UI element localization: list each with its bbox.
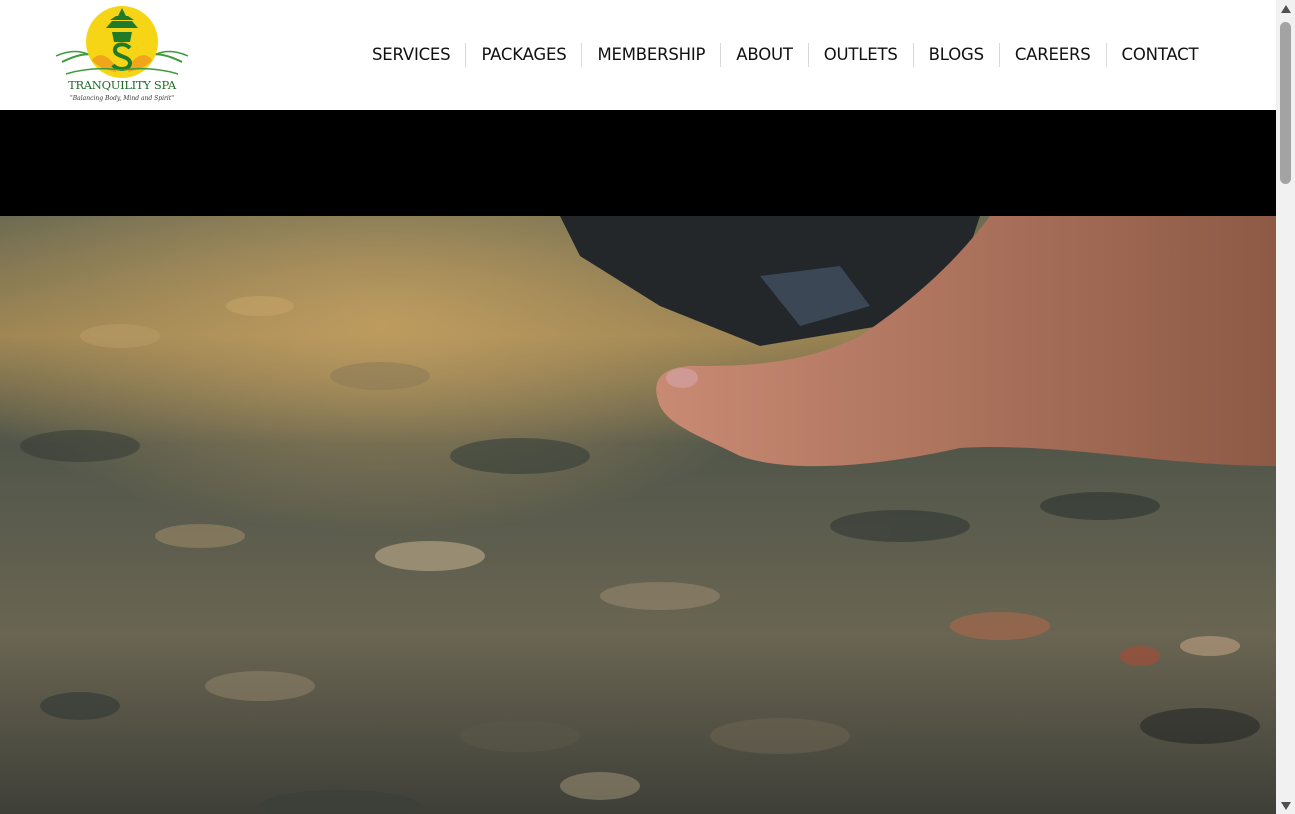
nav-contact[interactable]: CONTACT <box>1107 42 1214 68</box>
brand-tagline: "Balancing Body, Mind and Spirit" <box>70 95 174 102</box>
brand-logo[interactable]: TRANQUILITY SPA "Balancing Body, Mind an… <box>52 4 192 106</box>
nav-services[interactable]: SERVICES <box>357 42 465 68</box>
page: TRANQUILITY SPA "Balancing Body, Mind an… <box>0 0 1276 814</box>
nav-blogs[interactable]: BLOGS <box>914 42 999 68</box>
stream-foot-image <box>0 216 1276 814</box>
scroll-up-arrow-icon[interactable] <box>1276 0 1295 17</box>
hero-letterbox <box>0 110 1276 216</box>
site-header: TRANQUILITY SPA "Balancing Body, Mind an… <box>0 0 1276 110</box>
brand-name: TRANQUILITY SPA <box>68 78 176 92</box>
hero-video[interactable] <box>0 216 1276 814</box>
nav-packages[interactable]: PACKAGES <box>466 42 581 68</box>
nav-membership[interactable]: MEMBERSHIP <box>582 42 720 68</box>
nav-careers[interactable]: CAREERS <box>1000 42 1106 68</box>
page-scrollbar[interactable] <box>1276 0 1295 814</box>
main-navigation: SERVICES PACKAGES MEMBERSHIP ABOUT OUTLE… <box>357 42 1213 68</box>
scrollbar-thumb[interactable] <box>1280 22 1291 184</box>
scroll-down-arrow-icon[interactable] <box>1276 797 1295 814</box>
nav-outlets[interactable]: OUTLETS <box>809 42 913 68</box>
nav-about[interactable]: ABOUT <box>721 42 807 68</box>
